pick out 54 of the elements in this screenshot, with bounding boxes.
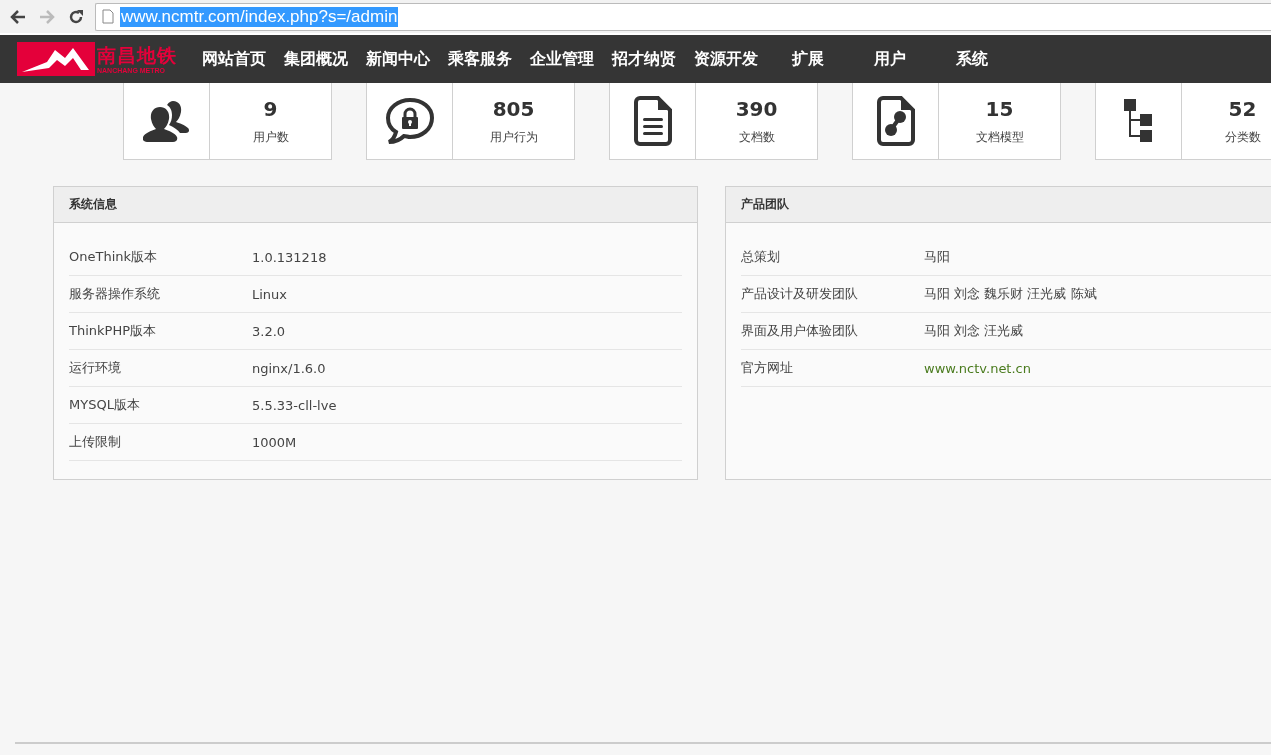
info-value: 1.0.131218 [252, 249, 327, 265]
info-value: Linux [252, 286, 288, 302]
nav-link[interactable]: 扩展 [767, 35, 849, 83]
info-value: 马阳 [924, 248, 950, 266]
page-icon [102, 9, 114, 24]
info-label: 运行环境 [69, 359, 122, 377]
nav-link[interactable]: 乘客服务 [439, 35, 521, 83]
nav-link[interactable]: 企业管理 [521, 35, 603, 83]
stat-label: 分类数 [1224, 129, 1261, 146]
stat-label: 用户行为 [489, 129, 538, 146]
logo-text: 南昌地铁 [97, 43, 177, 66]
forward-arrow-icon [39, 9, 55, 24]
url-text: www.ncmtr.com/index.php?s=/admin [120, 6, 399, 27]
nav-link[interactable]: 用户 [849, 35, 931, 83]
stat-label: 文档模型 [975, 129, 1024, 146]
info-label: OneThink版本 [69, 248, 159, 266]
stat-label: 用户数 [252, 129, 289, 146]
users-icon [142, 99, 191, 143]
document-icon [633, 96, 672, 146]
info-label: 上传限制 [69, 433, 122, 451]
reload-icon [68, 8, 84, 25]
info-label: 界面及用户体验团队 [741, 322, 859, 340]
nav-link[interactable]: 系统 [931, 35, 1013, 83]
panel-title: 系统信息 [54, 187, 697, 223]
nav-link[interactable]: 资源开发 [685, 35, 767, 83]
info-label: 官方网址 [741, 359, 794, 377]
nav-link[interactable]: 网站首页 [193, 35, 275, 83]
stat-label: 文档数 [738, 129, 775, 146]
back-arrow-icon [10, 9, 26, 24]
info-value: 马阳 刘念 汪光威 [924, 322, 1024, 340]
stat-value: 805 [492, 97, 535, 121]
nav-link[interactable]: 集团概况 [275, 35, 357, 83]
stat-value: 52 [1228, 97, 1257, 121]
nav-link[interactable]: 招才纳贤 [603, 35, 685, 83]
info-value: 1000M [252, 434, 297, 450]
hierarchy-icon [1123, 99, 1154, 143]
stat-value: 390 [735, 97, 778, 121]
website-link[interactable]: www.nctv.net.cn [924, 360, 1031, 376]
info-value: nginx/1.6.0 [252, 360, 326, 376]
info-value: 5.5.33-cll-lve [252, 397, 337, 413]
speech-bubble-lock-icon [384, 97, 435, 145]
mountain-logo-icon [17, 42, 95, 76]
info-label: 总策划 [741, 248, 781, 266]
info-label: 产品设计及研发团队 [741, 285, 859, 303]
panel-title: 产品团队 [726, 187, 1271, 223]
stat-value: 9 [263, 97, 278, 121]
info-label: 服务器操作系统 [69, 285, 161, 303]
info-value: 马阳 刘念 魏乐财 汪光威 陈斌 [924, 285, 1097, 303]
document-link-icon [876, 96, 915, 146]
info-label: MYSQL版本 [69, 396, 141, 414]
info-label: ThinkPHP版本 [69, 322, 157, 340]
stat-value: 15 [985, 97, 1014, 121]
nav-link[interactable]: 新闻中心 [357, 35, 439, 83]
info-value: 3.2.0 [252, 323, 286, 339]
